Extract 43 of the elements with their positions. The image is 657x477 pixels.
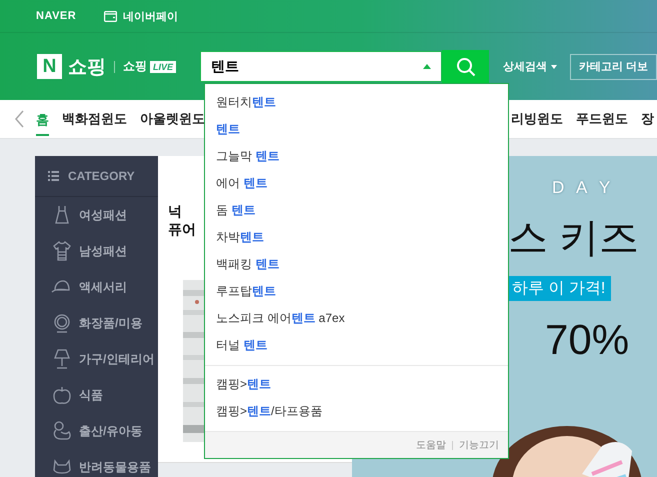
nav-tab[interactable]: 홈 bbox=[36, 102, 49, 136]
product-title: 퓨어 bbox=[168, 220, 197, 238]
category-item[interactable]: 화장품/미용 bbox=[79, 314, 142, 332]
suggestion-item[interactable]: 루프탑텐트 bbox=[205, 278, 508, 305]
category-item[interactable]: 출산/유아동 bbox=[79, 422, 142, 440]
category-item[interactable]: 가구/인테리어 bbox=[79, 350, 154, 368]
shopping-live-logo[interactable]: 쇼핑 LIVE bbox=[122, 58, 176, 75]
category-item[interactable]: 여성패션 bbox=[79, 206, 127, 224]
nav-tab[interactable]: 푸드윈도 bbox=[576, 102, 628, 136]
category-item[interactable]: 반려동물용품 bbox=[79, 458, 151, 476]
banner-discount: 70% bbox=[545, 316, 630, 364]
nav-tab[interactable]: 리빙윈도 bbox=[511, 102, 563, 136]
banner-subtitle: D A Y bbox=[552, 178, 614, 198]
suggestion-item[interactable]: 캠핑>텐트 bbox=[205, 371, 508, 398]
suggestion-item[interactable]: 차박텐트 bbox=[205, 224, 508, 251]
naver-pay-link[interactable]: 네이버페이 bbox=[104, 8, 178, 24]
suggestion-item[interactable]: 그늘막 텐트 bbox=[205, 143, 508, 170]
turn-off-link[interactable]: 기능끄기 bbox=[459, 438, 499, 452]
banner-ribbon: 하루 이 가격! bbox=[508, 276, 612, 301]
suggestion-item[interactable]: 캠핑>텐트/타프용품 bbox=[205, 398, 508, 425]
product-title: 넉 bbox=[168, 202, 183, 220]
detail-search-button[interactable]: 상세검색 bbox=[502, 59, 557, 74]
help-link[interactable]: 도움말 bbox=[416, 438, 446, 452]
suggestion-item[interactable]: 백패킹 텐트 bbox=[205, 251, 508, 278]
banner-headline: 스 키즈 bbox=[508, 215, 640, 262]
suggestion-item[interactable]: 터널 텐트 bbox=[205, 332, 508, 359]
nav-tab[interactable]: 아울렛윈도 bbox=[140, 102, 205, 136]
nav-tab[interactable]: 장 bbox=[641, 102, 654, 136]
category-more-button[interactable]: 카테고리 더보 bbox=[570, 54, 657, 80]
search-field[interactable]: 텐트 bbox=[200, 51, 442, 82]
suggestion-item[interactable]: 에어 텐트 bbox=[205, 170, 508, 197]
logo-mark[interactable]: N bbox=[37, 54, 62, 79]
suggestion-item[interactable]: 텐트 bbox=[205, 116, 508, 143]
category-item[interactable]: 남성패션 bbox=[79, 242, 127, 260]
category-item[interactable]: 액세서리 bbox=[79, 278, 127, 296]
logo-text[interactable]: 쇼핑 bbox=[68, 54, 106, 80]
naver-logo[interactable]: NAVER bbox=[36, 10, 76, 22]
suggestion-item[interactable]: 노스피크 에어텐트 a7ex bbox=[205, 305, 508, 332]
category-item[interactable]: 식품 bbox=[79, 386, 103, 404]
nav-tab[interactable]: 백화점윈도 bbox=[62, 102, 127, 136]
suggestion-item[interactable]: 돔 텐트 bbox=[205, 197, 508, 224]
suggestion-item[interactable]: 원터치텐트 bbox=[205, 89, 508, 116]
category-title: CATEGORY bbox=[68, 169, 135, 183]
